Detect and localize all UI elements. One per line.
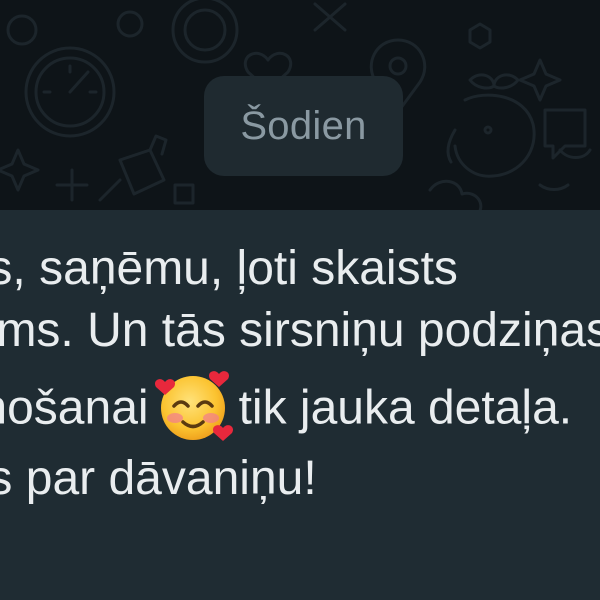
smiling-face-with-hearts-icon <box>153 366 233 446</box>
message-line-1: Paldies, saņēmu, ļoti skaists <box>0 242 458 295</box>
message-line-3: pievienošanai <box>0 371 600 441</box>
message-line-4: Paldies par dāvaniņu! <box>0 452 317 505</box>
message-line-2: pakojums. Un tās sirsniņu podziņas <box>0 304 600 357</box>
chat-screen: Šodien Paldies, saņēmu, ļoti skaists pak… <box>0 0 600 600</box>
date-separator: Šodien <box>204 76 403 176</box>
message-line-3-start: pievienošanai <box>0 381 149 435</box>
message-text: Paldies, saņēmu, ļoti skaists pakojums. … <box>0 238 600 510</box>
message-line-3-end: tik jauka detaļa. <box>238 381 573 435</box>
